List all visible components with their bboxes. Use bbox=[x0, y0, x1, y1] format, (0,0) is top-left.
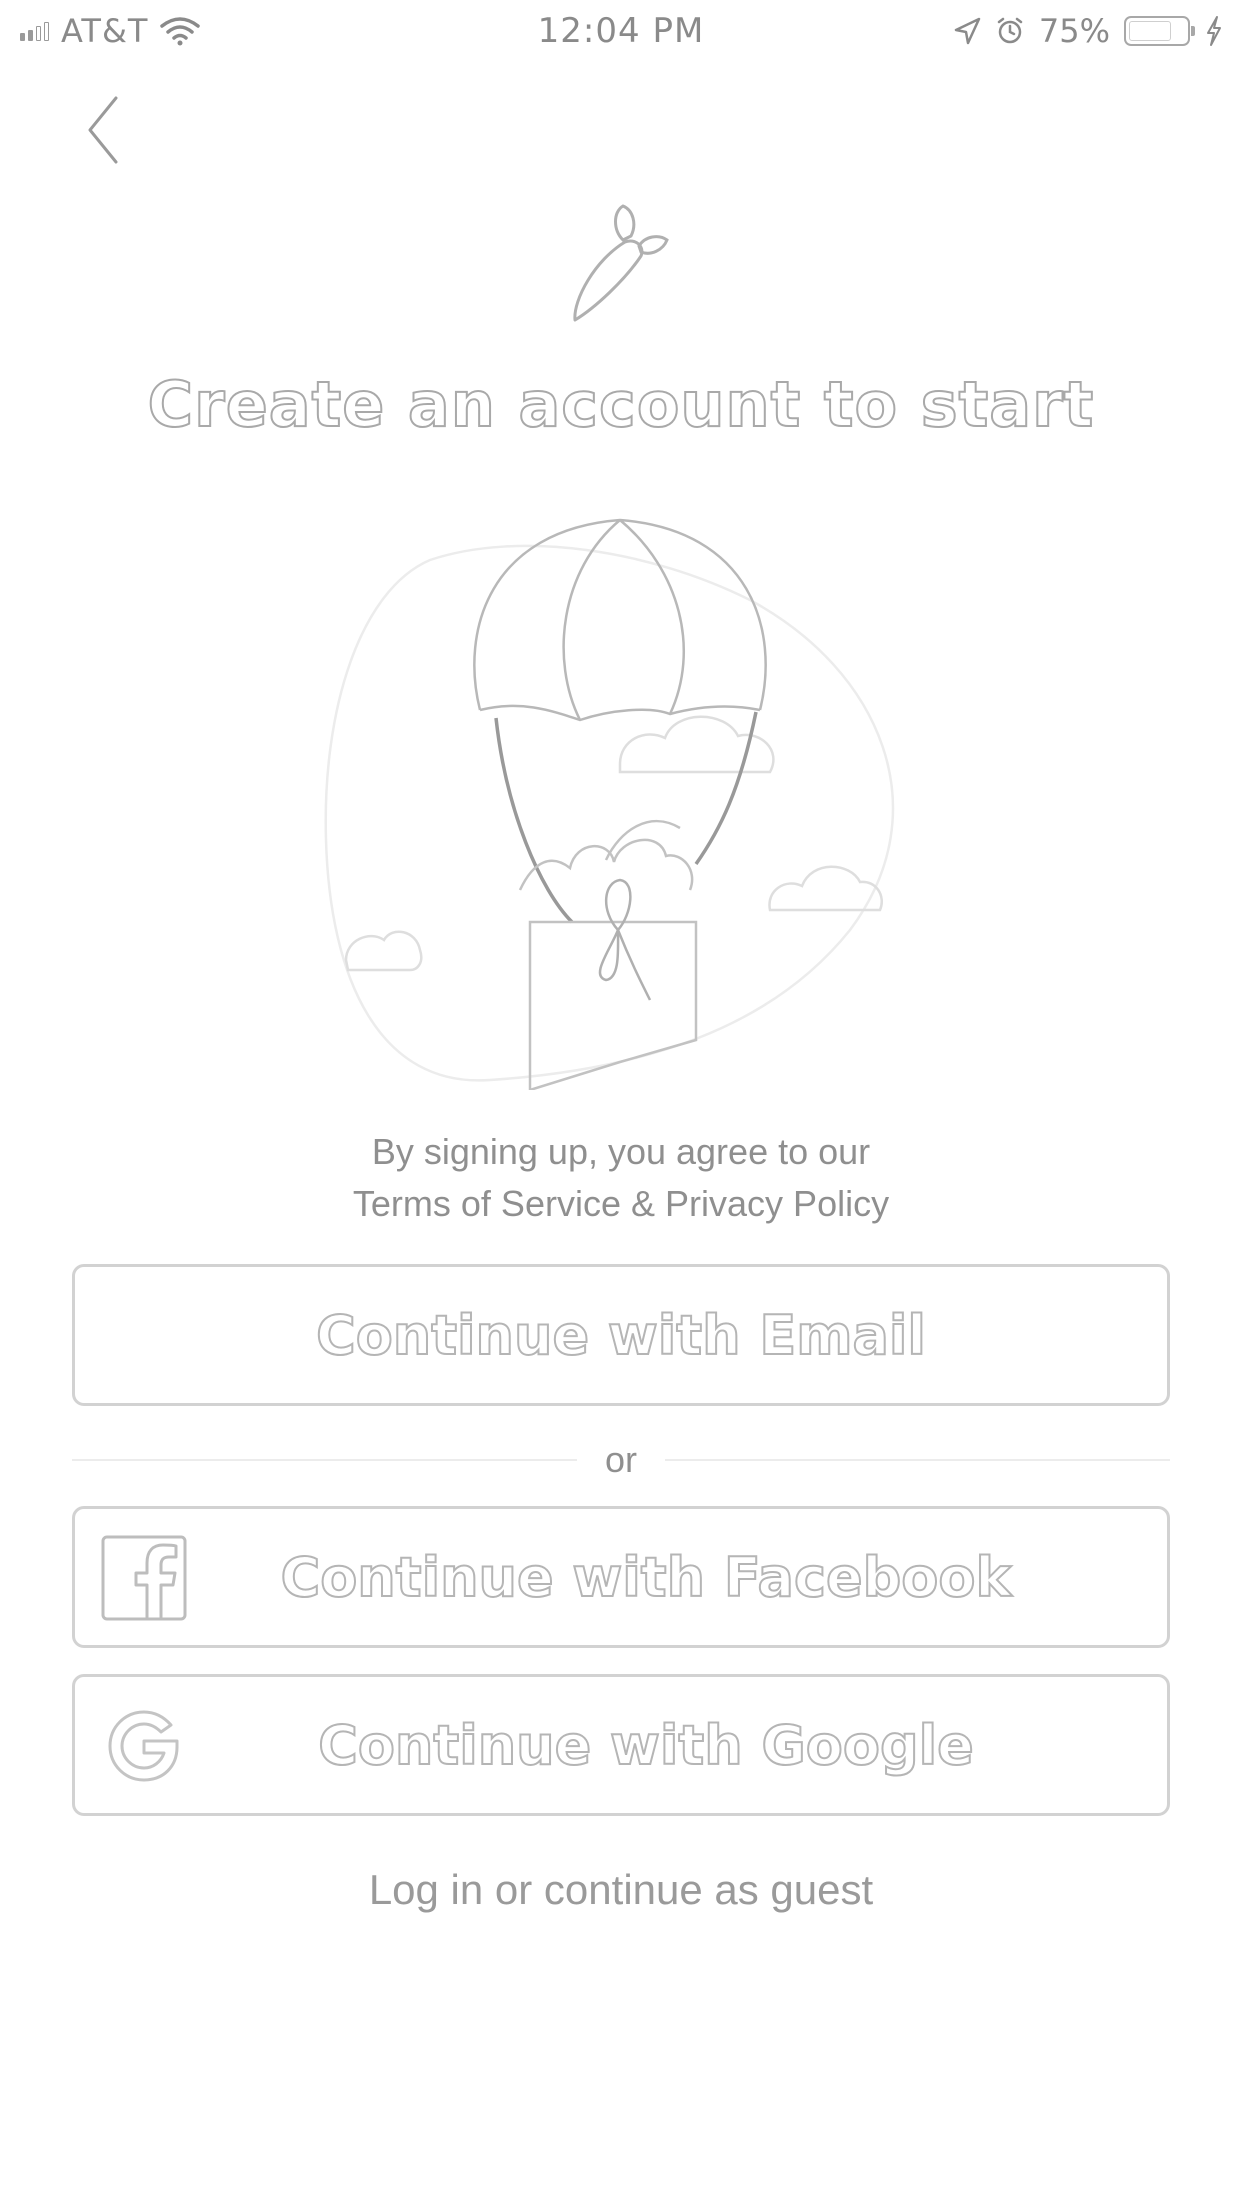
status-bar: AT&T 12:04 PM 75% bbox=[0, 0, 1242, 62]
legal-ampersand: & bbox=[631, 1183, 656, 1224]
status-right: 75% bbox=[953, 8, 1224, 54]
google-button-label: Continue with Google bbox=[317, 1713, 975, 1778]
privacy-policy-link[interactable]: Privacy Policy bbox=[665, 1183, 889, 1224]
page-title: Create an account to start bbox=[147, 367, 1095, 442]
chevron-left-icon bbox=[88, 96, 118, 164]
charging-bolt-icon bbox=[1207, 16, 1221, 46]
legal-text: By signing up, you agree to our Terms of… bbox=[0, 1126, 1242, 1230]
battery-percent: 75% bbox=[1038, 12, 1110, 50]
facebook-button-label: Continue with Facebook bbox=[280, 1545, 1013, 1610]
hot-air-balloon-groceries-illustration bbox=[324, 518, 895, 1090]
alarm-icon bbox=[997, 17, 1023, 44]
continue-with-email-button[interactable]: Continue with Email bbox=[72, 1264, 1170, 1406]
login-or-guest-link[interactable]: Log in or continue as guest bbox=[0, 1866, 1242, 1914]
continue-with-facebook-button[interactable]: Continue with Facebook bbox=[72, 1506, 1170, 1648]
divider-line-right bbox=[665, 1459, 1170, 1461]
email-button-label: Continue with Email bbox=[315, 1303, 927, 1368]
legal-line-1: By signing up, you agree to our bbox=[371, 1131, 871, 1172]
battery-fill bbox=[1129, 21, 1171, 41]
or-divider: or bbox=[72, 1430, 1170, 1490]
battery-icon bbox=[1124, 16, 1195, 46]
carrot-logo-icon bbox=[573, 204, 669, 322]
location-arrow-icon bbox=[954, 17, 981, 45]
back-button[interactable] bbox=[80, 90, 130, 170]
terms-of-service-link[interactable]: Terms of Service bbox=[353, 1183, 621, 1224]
continue-with-google-button[interactable]: Continue with Google bbox=[72, 1674, 1170, 1816]
legal-line-2: Terms of Service & Privacy Policy bbox=[0, 1178, 1242, 1230]
